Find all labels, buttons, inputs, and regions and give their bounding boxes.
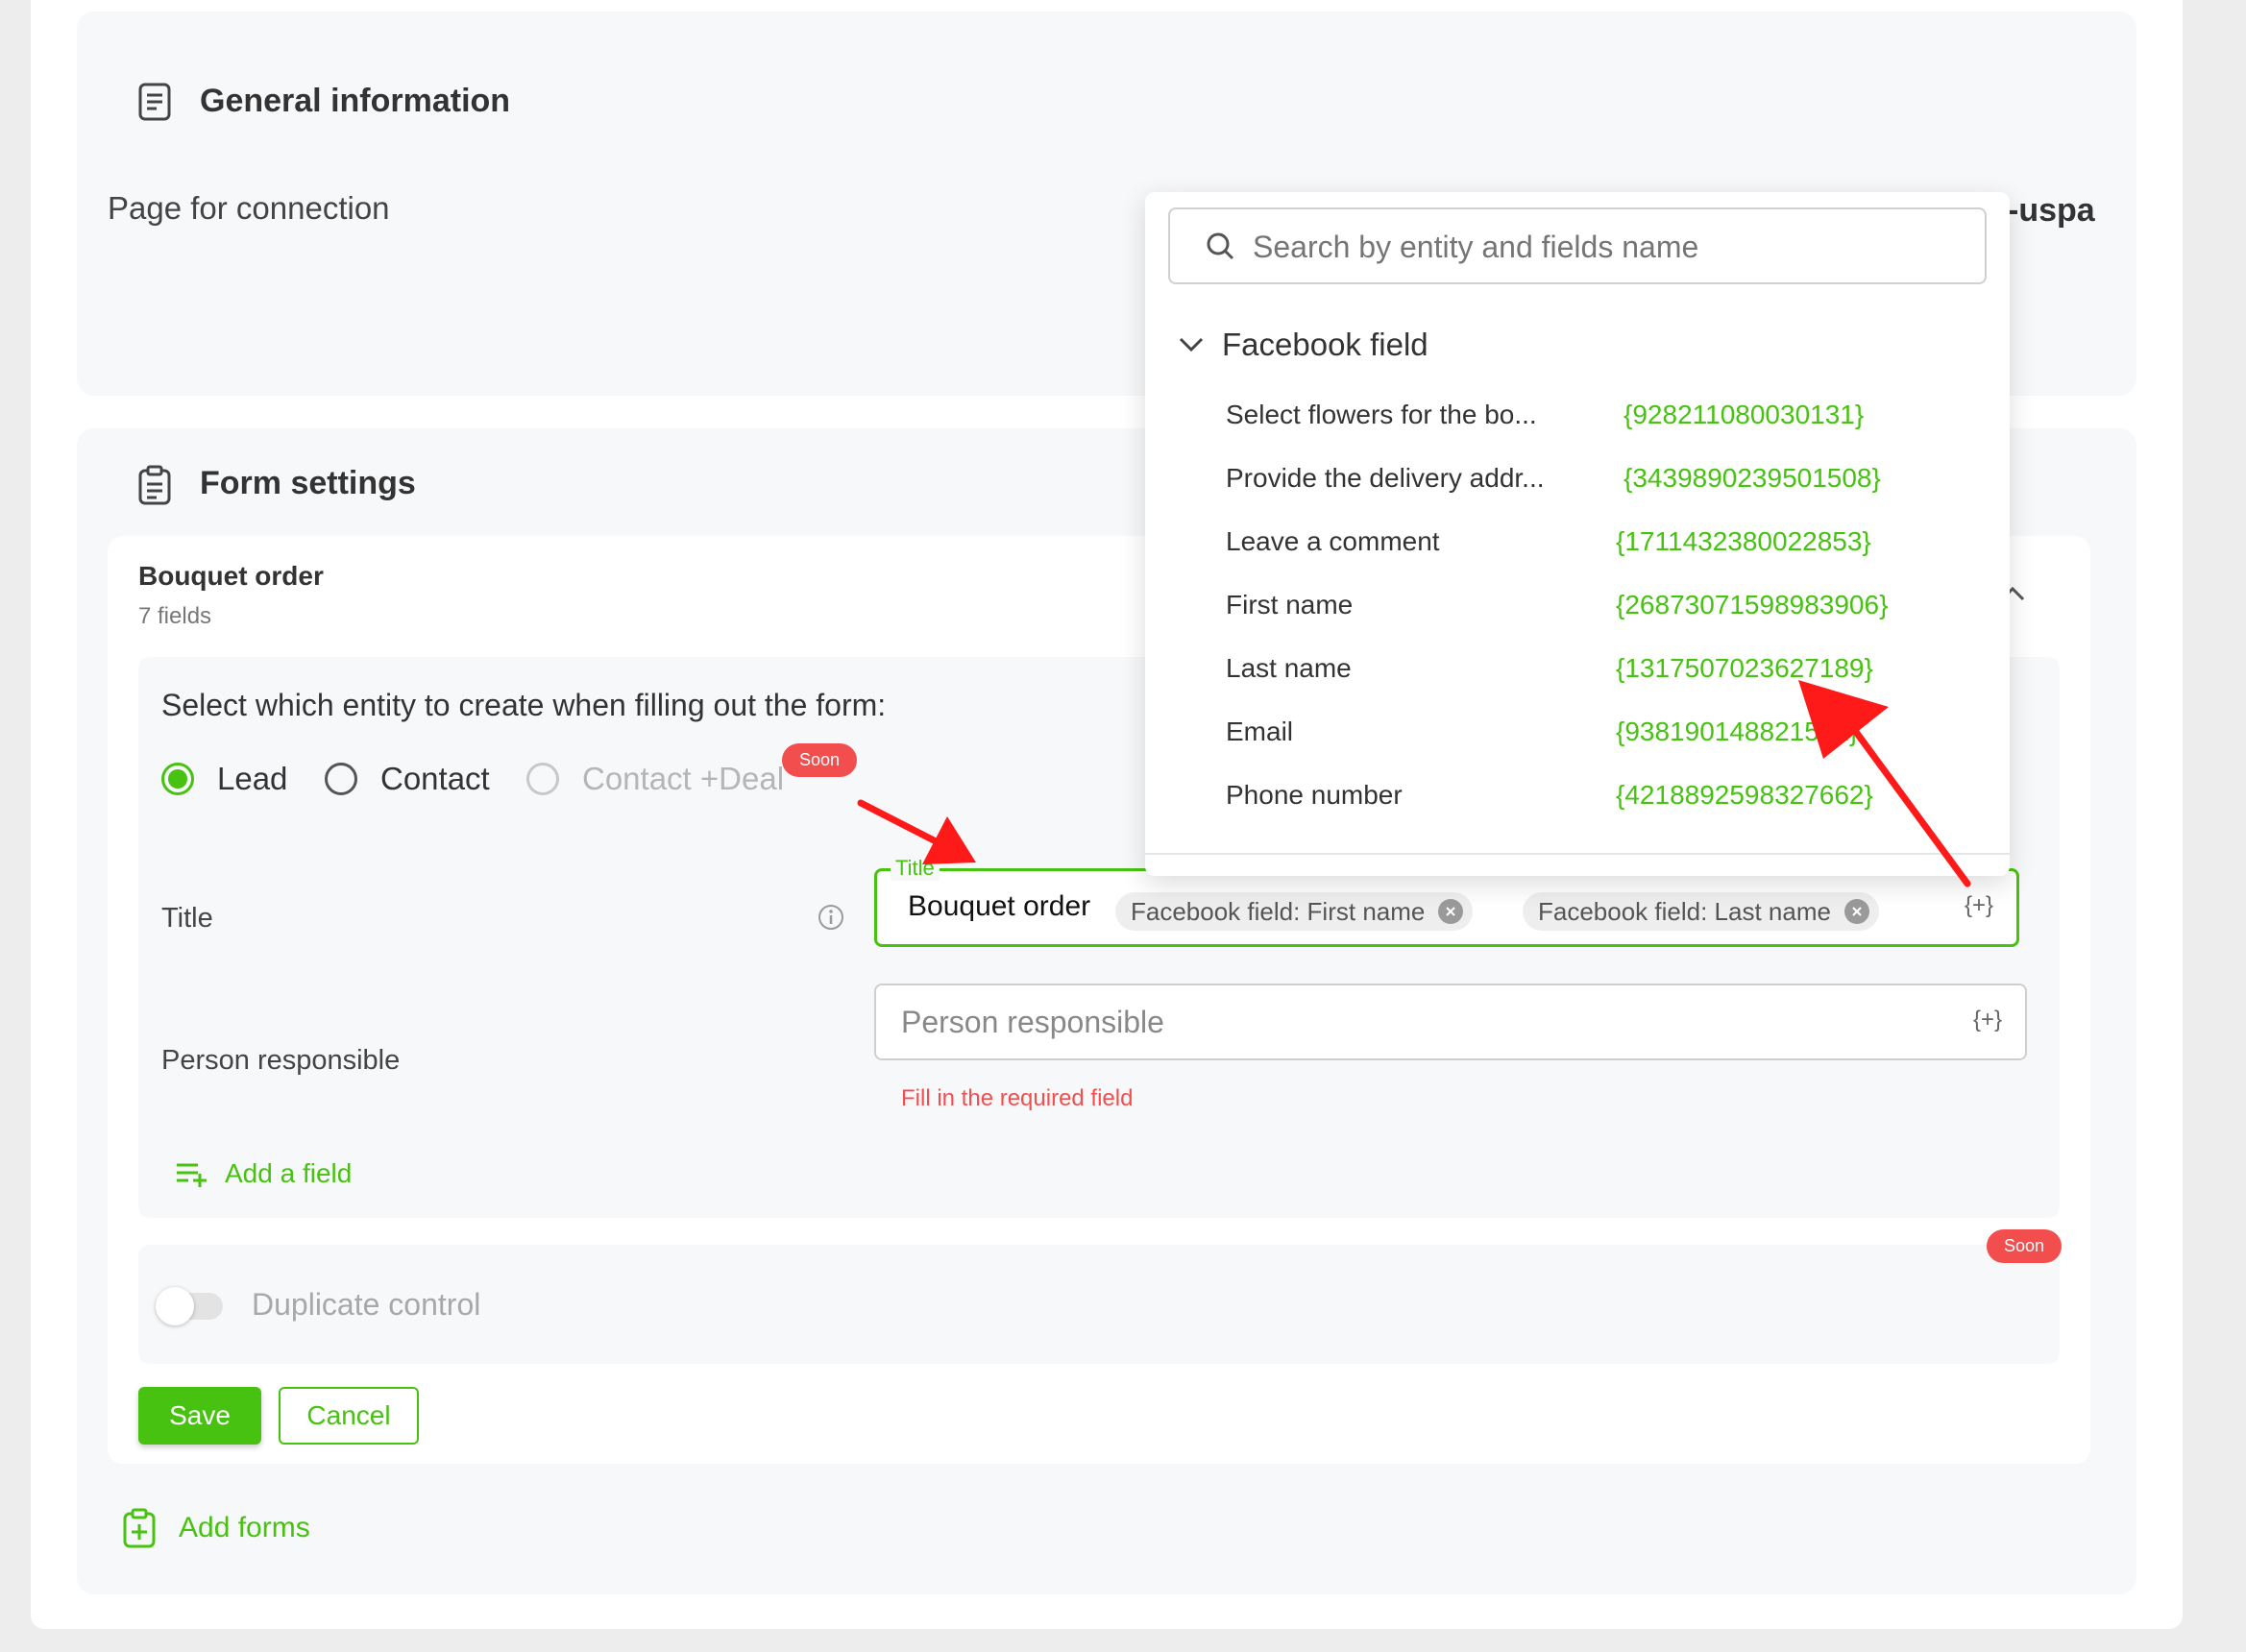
title-input-text: Bouquet order [908,890,1091,922]
dropdown-item-token[interactable]: {3439890239501508} [1623,463,1881,494]
duplicate-control-panel: Duplicate control [138,1245,2060,1364]
clipboard-icon [138,465,171,505]
insert-variable-icon[interactable]: {+} [1973,1007,2002,1033]
page-container: General information Page for connection … [31,0,2183,1629]
dropdown-item[interactable]: Last name [1226,653,1352,684]
dropdown-item-token[interactable]: {928211080030131} [1623,400,1864,430]
dropdown-item[interactable]: First name [1226,590,1353,620]
add-field-icon [175,1160,208,1187]
insert-variable-icon[interactable]: {+} [1965,892,1993,919]
search-input[interactable] [1251,223,1965,271]
search-icon [1205,231,1235,261]
add-field-button[interactable]: Add a field [175,1158,352,1189]
form-name[interactable]: Bouquet order [138,561,324,592]
group-header-label: Facebook field [1222,327,1428,362]
dropdown-divider [1145,853,2010,855]
dropdown-item[interactable]: Phone number [1226,780,1403,811]
chip-last-name-label: Facebook field: Last name [1538,896,1831,926]
duplicate-control-label: Duplicate control [252,1287,481,1322]
radio-lead[interactable]: Lead [161,761,287,797]
info-icon[interactable] [817,903,845,932]
duplicate-toggle-knob [156,1287,194,1325]
general-info-title: General information [200,83,511,119]
cancel-button[interactable]: Cancel [279,1387,419,1445]
dropdown-item[interactable]: Leave a comment [1226,526,1440,557]
title-float-label: Title [891,856,940,881]
radio-contact-deal: Contact +Deal [526,761,784,797]
chip-last-name[interactable]: Facebook field: Last name [1523,892,1879,931]
dropdown-item[interactable]: Select flowers for the bo... [1226,400,1537,430]
dropdown-item-token[interactable]: {938190148821521} [1616,717,1858,747]
soon-badge: Soon [782,743,858,777]
duplicate-soon-badge: Soon [1987,1229,2063,1263]
remove-chip-icon[interactable] [1438,899,1464,924]
chip-first-name[interactable]: Facebook field: First name [1115,892,1474,931]
chip-first-name-label: Facebook field: First name [1131,896,1426,926]
group-header[interactable]: Facebook field [1178,327,1428,363]
duplicate-toggle[interactable] [156,1287,223,1325]
save-button[interactable]: Save [138,1387,261,1445]
page-connection-value[interactable]: -uspa [2008,192,2095,230]
radio-lead-indicator[interactable] [161,763,194,795]
person-responsible-input[interactable]: Person responsible {+} [874,984,2027,1060]
add-forms-button[interactable]: Add forms [123,1508,310,1548]
dropdown-item-token[interactable]: {1711432380022853} [1616,526,1871,557]
search-box[interactable] [1168,207,1987,284]
dropdown-item-token[interactable]: {1317507023627189} [1616,653,1873,684]
dropdown-item[interactable]: Provide the delivery addr... [1226,463,1545,494]
entity-prompt: Select which entity to create when filli… [161,688,887,722]
dropdown-item[interactable]: Email [1226,717,1293,747]
add-field-label: Add a field [225,1158,353,1188]
remove-chip-icon[interactable] [1843,899,1869,924]
person-row-label: Person responsible [161,1045,401,1076]
field-picker-dropdown: Facebook field Select flowers for the bo… [1145,192,2010,876]
document-icon [138,83,171,121]
dropdown-item-token[interactable]: {26873071598983906} [1616,590,1888,620]
required-field-error: Fill in the required field [901,1085,1134,1111]
title-row-label: Title [161,903,213,934]
chevron-down-icon [1178,336,1205,353]
form-fields-count: 7 fields [138,603,212,629]
radio-contact-deal-indicator [526,763,559,795]
title-input[interactable]: Title Bouquet order Facebook field: Firs… [874,856,2019,947]
radio-lead-label: Lead [217,761,288,796]
radio-contact-label: Contact [380,761,490,796]
page-connection-label: Page for connection [108,190,390,226]
add-form-clipboard-icon [123,1508,156,1548]
form-settings-title: Form settings [200,465,416,501]
dropdown-item-token[interactable]: {4218892598327662} [1616,780,1873,811]
radio-contact-indicator[interactable] [325,763,357,795]
person-responsible-placeholder: Person responsible [901,1005,1164,1039]
add-forms-label: Add forms [179,1512,310,1543]
radio-contact-deal-label: Contact +Deal [582,761,785,796]
radio-contact[interactable]: Contact [325,761,490,797]
